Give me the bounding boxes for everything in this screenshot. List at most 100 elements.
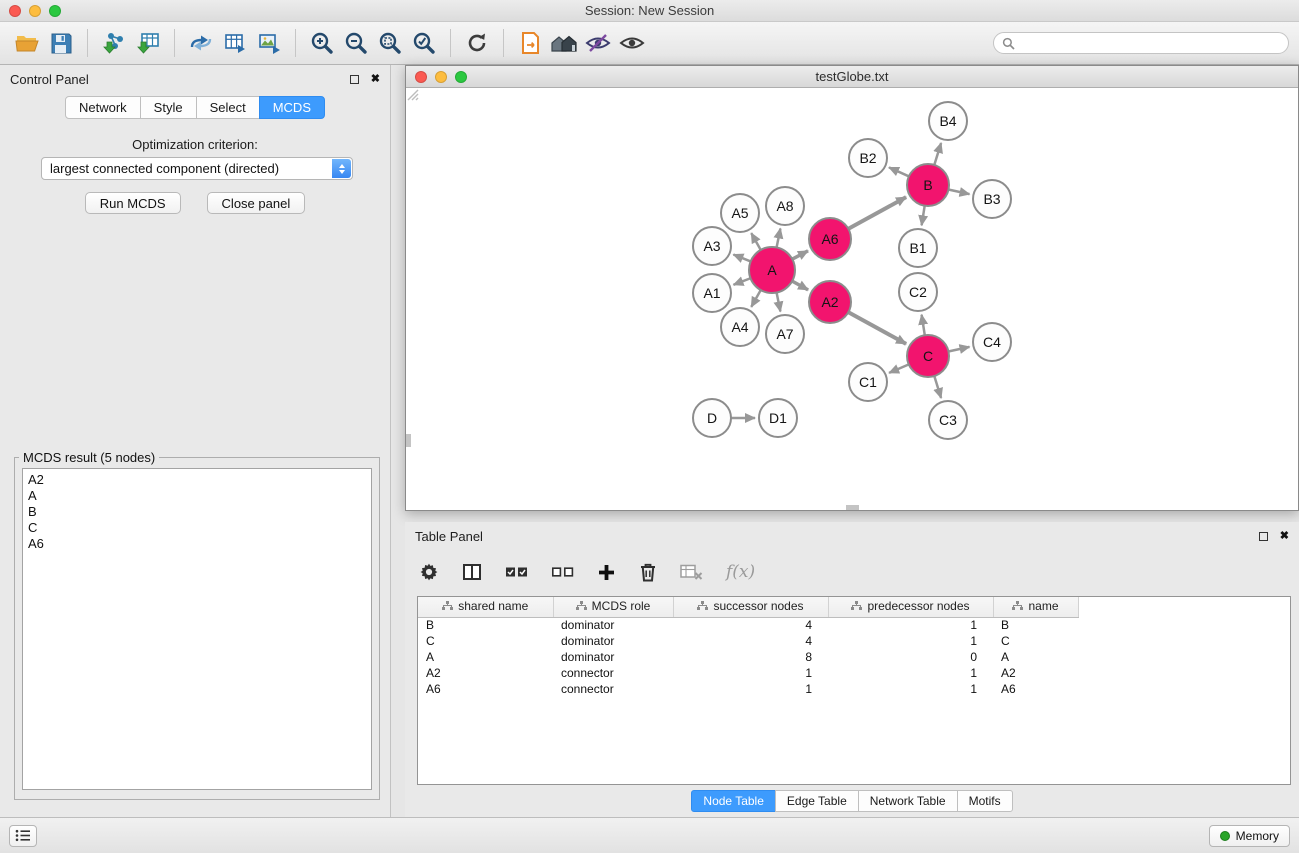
edge-B-B1[interactable] [922, 204, 925, 226]
result-item[interactable]: A [28, 488, 366, 504]
node-B1[interactable]: B1 [899, 229, 937, 267]
node-B2[interactable]: B2 [849, 139, 887, 177]
zoom-fit-button[interactable] [373, 26, 407, 60]
node-A7[interactable]: A7 [766, 315, 804, 353]
result-item[interactable]: C [28, 520, 366, 536]
edge-C-C2[interactable] [922, 315, 926, 338]
function-builder-button[interactable]: f(x) [726, 562, 755, 582]
edge-C-C3[interactable] [934, 374, 941, 398]
hide-details-button[interactable] [581, 26, 615, 60]
edge-A6-B[interactable] [847, 197, 907, 230]
run-mcds-button[interactable]: Run MCDS [85, 192, 181, 214]
node-A5[interactable]: A5 [721, 194, 759, 232]
network-close-button[interactable] [415, 71, 427, 83]
export-document-button[interactable] [513, 26, 547, 60]
node-A3[interactable]: A3 [693, 227, 731, 265]
edge-A-A3[interactable] [733, 255, 752, 263]
tab-network[interactable]: Network [65, 96, 141, 119]
node-B[interactable]: B [907, 164, 949, 206]
new-network-button[interactable] [184, 26, 218, 60]
show-columns-button[interactable] [462, 562, 482, 582]
float-table-panel-icon[interactable] [1259, 532, 1268, 541]
tab-select[interactable]: Select [196, 96, 260, 119]
zoom-out-button[interactable] [339, 26, 373, 60]
save-session-button[interactable] [44, 26, 78, 60]
tab-node-table[interactable]: Node Table [691, 790, 776, 812]
show-details-button[interactable] [615, 26, 649, 60]
edge-C-C4[interactable] [947, 347, 970, 352]
horizontal-scroll-marker[interactable] [846, 505, 859, 510]
node-D[interactable]: D [693, 399, 731, 437]
edge-A-A2[interactable] [790, 280, 808, 290]
edge-A-A8[interactable] [776, 229, 780, 250]
float-panel-icon[interactable] [350, 75, 359, 84]
import-network-button[interactable] [97, 26, 131, 60]
edge-A-A7[interactable] [776, 291, 780, 312]
search-input[interactable] [1020, 36, 1280, 50]
column-header-predecessor-nodes[interactable]: predecessor nodes [828, 597, 993, 617]
edge-A-A5[interactable] [751, 233, 761, 252]
node-D1[interactable]: D1 [759, 399, 797, 437]
deselect-all-button[interactable] [551, 563, 574, 581]
close-window-button[interactable] [9, 5, 21, 17]
result-item[interactable]: B [28, 504, 366, 520]
mcds-result-list[interactable]: A2ABCA6 [22, 468, 372, 790]
node-A1[interactable]: A1 [693, 274, 731, 312]
delete-column-button[interactable] [639, 562, 657, 582]
edge-C-C1[interactable] [889, 364, 911, 373]
node-table[interactable]: shared nameMCDS rolesuccessor nodesprede… [417, 596, 1291, 785]
result-item[interactable]: A6 [28, 536, 366, 552]
network-window-titlebar[interactable]: testGlobe.txt [406, 66, 1298, 88]
node-A[interactable]: A [749, 247, 795, 293]
tab-style[interactable]: Style [140, 96, 197, 119]
network-zoom-button[interactable] [455, 71, 467, 83]
close-table-panel-icon[interactable]: ✖ [1280, 531, 1289, 542]
node-C3[interactable]: C3 [929, 401, 967, 439]
edge-B-B2[interactable] [889, 167, 911, 177]
node-C1[interactable]: C1 [849, 363, 887, 401]
tab-edge-table[interactable]: Edge Table [775, 790, 859, 812]
network-minimize-button[interactable] [435, 71, 447, 83]
zoom-selected-button[interactable] [407, 26, 441, 60]
memory-button[interactable]: Memory [1209, 825, 1290, 847]
criterion-dropdown[interactable]: largest connected component (directed) [41, 157, 353, 180]
table-row[interactable]: Cdominator41C [418, 633, 1078, 649]
result-item[interactable]: A2 [28, 472, 366, 488]
node-B3[interactable]: B3 [973, 180, 1011, 218]
node-B4[interactable]: B4 [929, 102, 967, 140]
node-C2[interactable]: C2 [899, 273, 937, 311]
table-row[interactable]: Adominator80A [418, 649, 1078, 665]
edge-B-B4[interactable] [934, 143, 941, 167]
node-C4[interactable]: C4 [973, 323, 1011, 361]
export-image-button[interactable] [252, 26, 286, 60]
column-header-shared-name[interactable]: shared name [418, 597, 553, 617]
refresh-layout-button[interactable] [460, 26, 494, 60]
zoom-window-button[interactable] [49, 5, 61, 17]
add-column-button[interactable] [597, 563, 616, 582]
zoom-in-button[interactable] [305, 26, 339, 60]
network-overview-button[interactable] [547, 26, 581, 60]
node-A8[interactable]: A8 [766, 187, 804, 225]
column-header-name[interactable]: name [993, 597, 1078, 617]
new-table-button[interactable] [218, 26, 252, 60]
edge-B-B3[interactable] [947, 189, 970, 194]
import-table-button[interactable] [131, 26, 165, 60]
edge-A2-C[interactable] [847, 311, 907, 344]
delete-table-button[interactable] [680, 563, 703, 581]
tab-mcds[interactable]: MCDS [259, 96, 325, 119]
column-header-successor-nodes[interactable]: successor nodes [673, 597, 828, 617]
table-row[interactable]: A2connector11A2 [418, 665, 1078, 681]
table-settings-button[interactable] [419, 562, 439, 582]
edge-A-A4[interactable] [751, 288, 761, 307]
task-history-button[interactable] [9, 825, 37, 847]
network-canvas[interactable]: AA6A2BCA5A8A3A1A4A7B2B4B3B1C2C4C1C3DD1 [406, 88, 1298, 510]
select-all-button[interactable] [505, 563, 528, 581]
open-session-button[interactable] [10, 26, 44, 60]
tab-motifs[interactable]: Motifs [957, 790, 1013, 812]
resize-grip-icon[interactable] [406, 88, 419, 101]
minimize-window-button[interactable] [29, 5, 41, 17]
table-row[interactable]: Bdominator41B [418, 617, 1078, 633]
column-header-MCDS-role[interactable]: MCDS role [553, 597, 673, 617]
tab-network-table[interactable]: Network Table [858, 790, 958, 812]
close-panel-button[interactable]: Close panel [207, 192, 306, 214]
